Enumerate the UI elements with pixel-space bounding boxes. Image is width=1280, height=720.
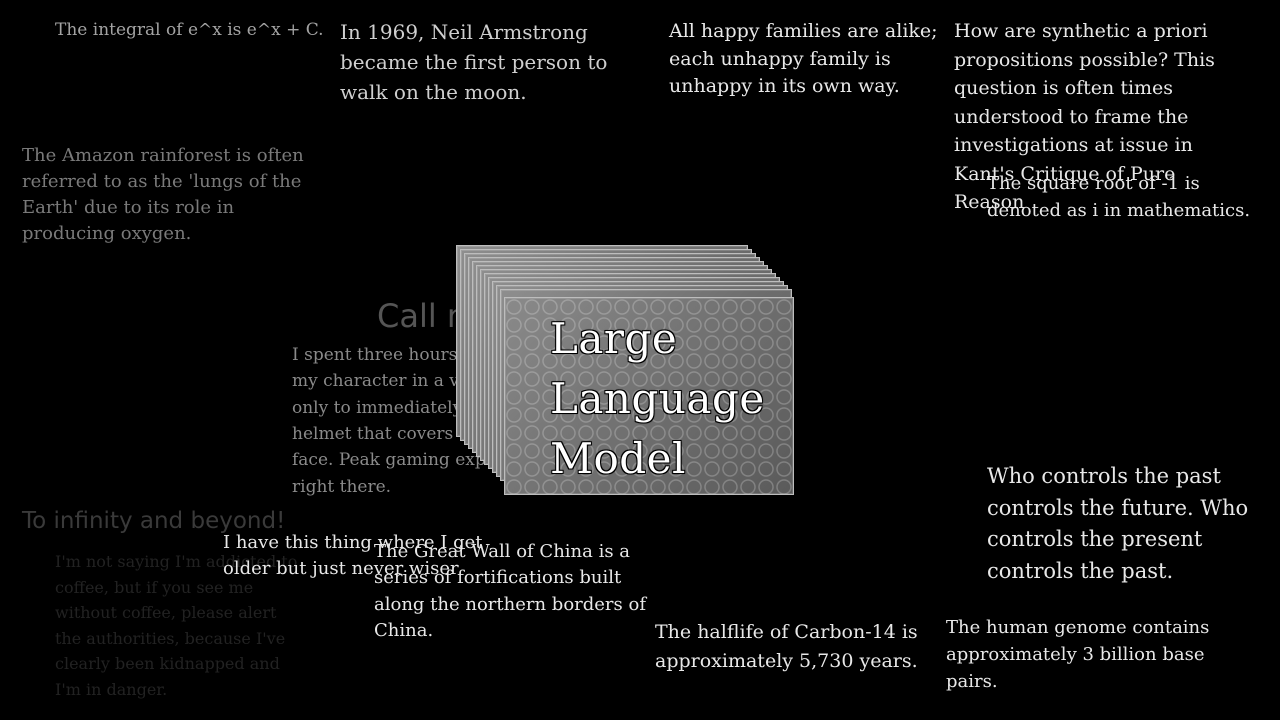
animation-frame: I'm not saying I'm addicted to coffee, b… [0,0,1280,720]
text-armstrong: In 1969, Neil Armstrong became the first… [340,20,608,104]
text-great-wall: The Great Wall of China is a series of f… [374,541,646,642]
text-tolstoy: All happy families are alike; each unhap… [669,20,938,98]
text-sqrt: The square root of -1 is denoted as i in… [987,173,1251,221]
llm-label-line-3: Model [550,434,686,483]
text-amazon: The Amazon rainforest is often referred … [22,145,304,245]
llm-label-line-1: Large [550,314,678,363]
llm-label: Large Language Model [550,309,765,489]
text-integral: The integral of e^x is e^x + C. [55,20,324,40]
llm-block: Large Language Model [456,245,806,500]
text-genome: The human genome contains approximately … [946,617,1210,692]
text-orwell: Who controls the past controls the futur… [987,464,1249,583]
text-carbon: The halflife of Carbon-14 is approximate… [655,621,918,672]
llm-label-line-2: Language [550,374,765,423]
